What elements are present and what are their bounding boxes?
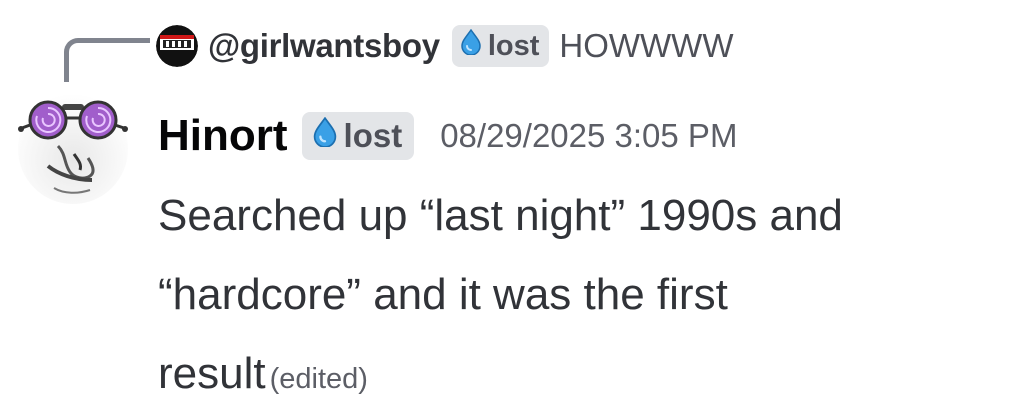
reply-preview[interactable]: @girlwantsboy lost HOWWWW	[156, 18, 733, 74]
message-line: Searched up “last night” 1990s and	[158, 191, 843, 240]
message-timestamp[interactable]: 08/29/2025 3:05 PM	[440, 117, 737, 155]
message-line-text: result	[158, 349, 266, 398]
reply-text[interactable]: HOWWWW	[559, 27, 733, 65]
water-drop-icon	[312, 116, 338, 155]
edited-label: (edited)	[269, 363, 368, 395]
message-header: Hinort lost 08/29/2025 3:05 PM	[158, 106, 737, 166]
reply-spine	[64, 38, 150, 82]
server-tag[interactable]: lost	[301, 112, 415, 160]
message-content: Searched up “last night” 1990s and “hard…	[158, 176, 998, 417]
water-drop-icon	[460, 28, 482, 63]
server-tag-label: lost	[343, 117, 403, 154]
reply-tag-label: lost	[487, 29, 540, 62]
reply-author-name[interactable]: @girlwantsboy	[208, 27, 440, 65]
reply-avatar[interactable]	[156, 25, 198, 67]
message-line: “hardcore” and it was the first	[158, 270, 728, 319]
author-name[interactable]: Hinort	[158, 111, 288, 161]
reply-server-tag[interactable]: lost	[451, 25, 550, 67]
chat-message: @girlwantsboy lost HOWWWW Hinort lost 08…	[0, 0, 1010, 417]
message-line-last: result (edited)	[158, 334, 998, 417]
author-avatar[interactable]	[18, 94, 128, 204]
